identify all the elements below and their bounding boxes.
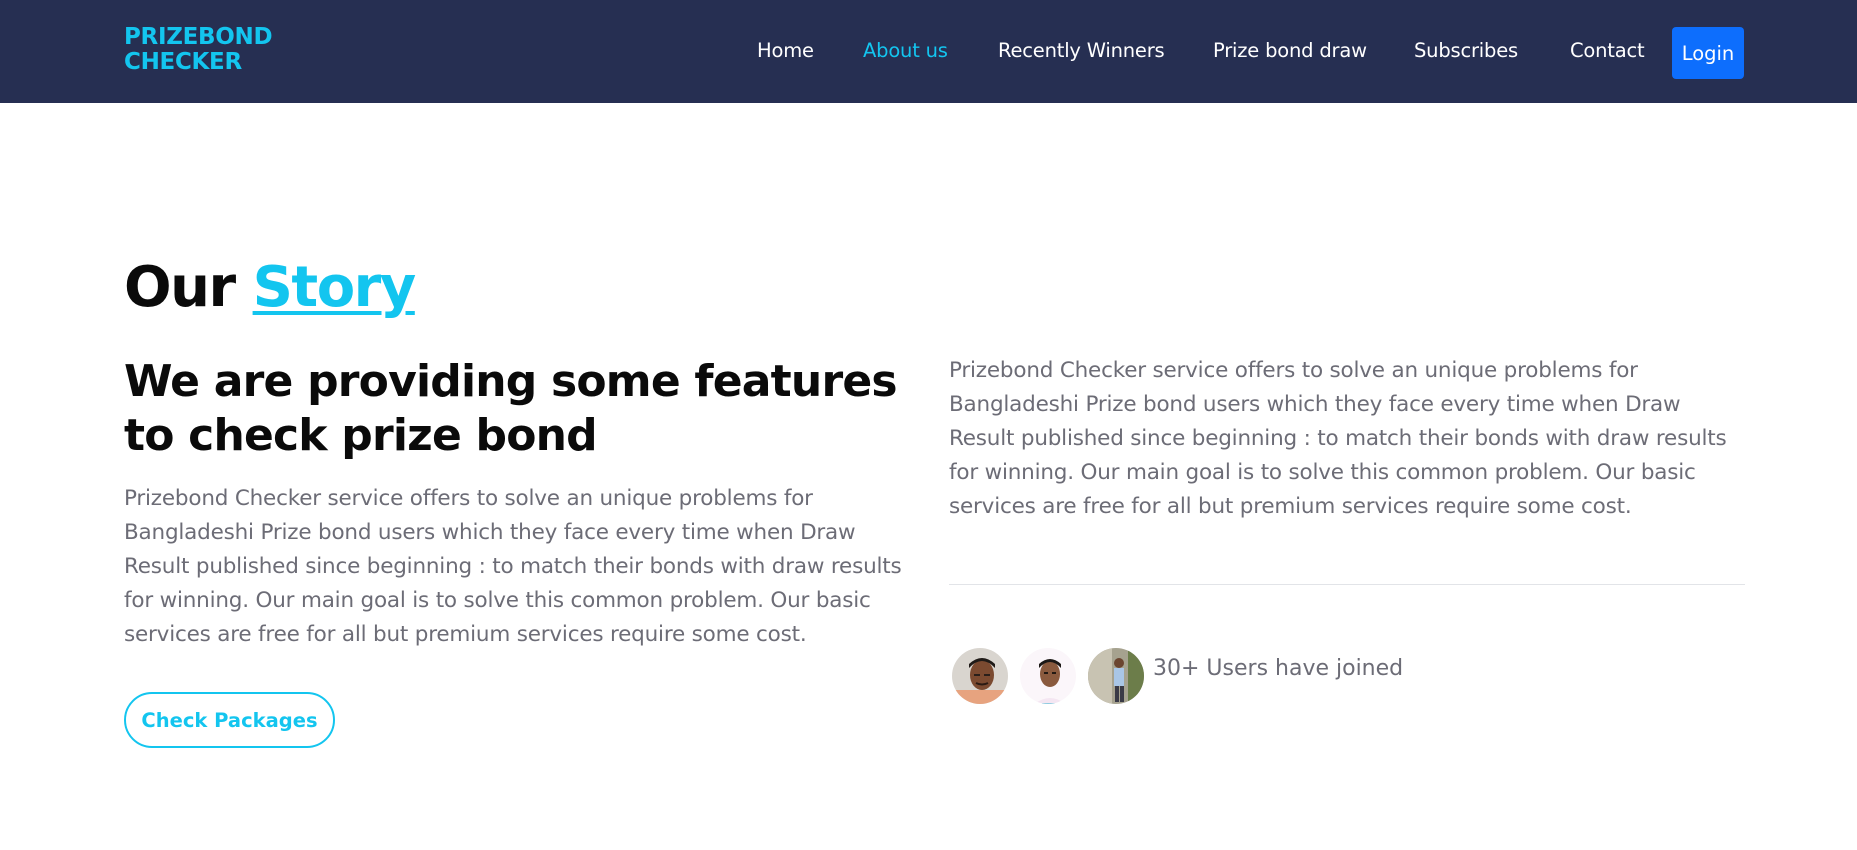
site-logo[interactable]: PRIZEBOND CHECKER <box>124 24 273 75</box>
logo-line-1: PRIZEBOND <box>124 24 273 50</box>
nav-contact[interactable]: Contact <box>1570 39 1645 62</box>
title-plain: Our <box>124 255 253 320</box>
section-divider <box>949 584 1745 585</box>
story-headline: We are providing some features to check … <box>124 356 898 461</box>
check-packages-button[interactable]: Check Packages <box>124 692 335 748</box>
nav-prize-bond-draw[interactable]: Prize bond draw <box>1213 39 1367 62</box>
story-paragraph-left: Prizebond Checker service offers to solv… <box>124 486 902 647</box>
user-avatar-3 <box>1086 646 1146 706</box>
nav-about-us[interactable]: About us <box>863 39 948 62</box>
section-title: Our Story <box>124 255 417 321</box>
title-accent: Story <box>252 255 417 320</box>
nav-home[interactable]: Home <box>757 39 814 62</box>
logo-line-2: CHECKER <box>124 49 242 75</box>
user-avatar-2 <box>1018 646 1078 706</box>
top-navbar: PRIZEBOND CHECKER Home About us Recently… <box>0 0 1857 103</box>
user-avatar-1 <box>950 646 1010 706</box>
users-joined-text: 30+ Users have joined <box>1153 656 1404 681</box>
login-button[interactable]: Login <box>1672 27 1744 79</box>
nav-subscribes[interactable]: Subscribes <box>1414 39 1518 62</box>
story-paragraph-right: Prizebond Checker service offers to solv… <box>949 358 1727 519</box>
nav-recently-winners[interactable]: Recently Winners <box>998 39 1165 62</box>
